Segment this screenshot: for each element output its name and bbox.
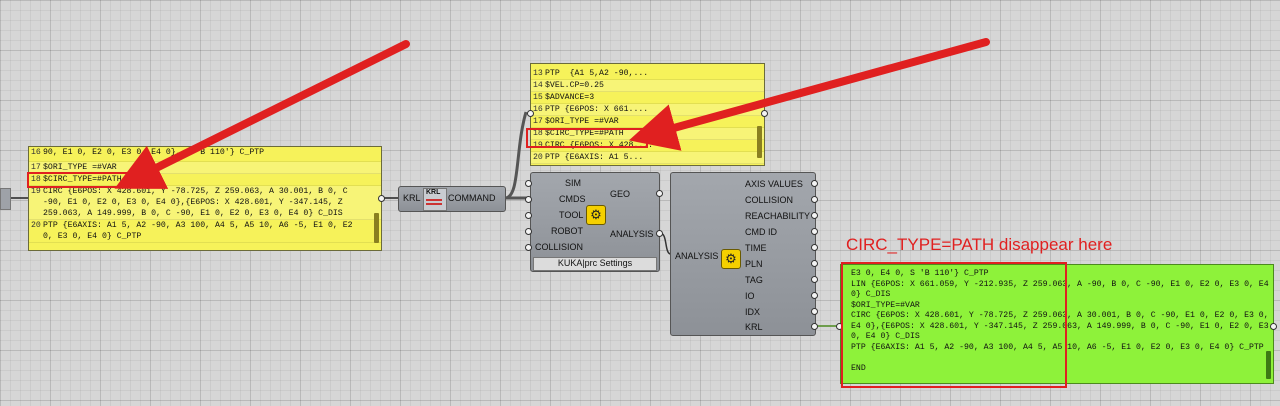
red-arrow-left [114, 40, 410, 189]
red-arrow-top [628, 38, 990, 151]
arrows-layer [114, 38, 990, 189]
